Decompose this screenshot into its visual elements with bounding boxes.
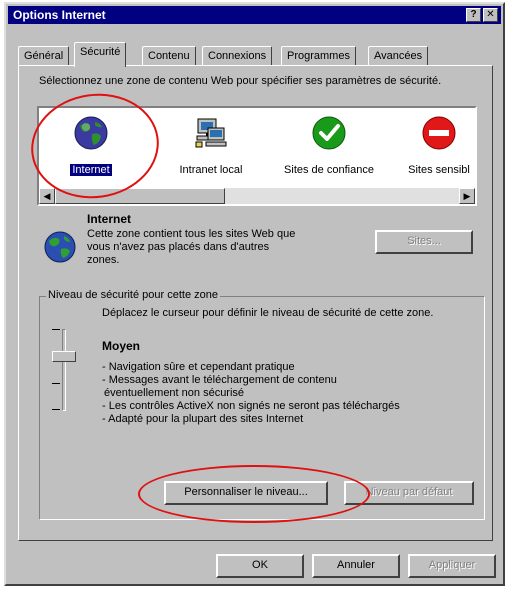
zone-trusted-sites[interactable]: Sites de confiance [269, 116, 389, 176]
custom-level-button[interactable]: Personnaliser le niveau... [164, 481, 328, 505]
security-slider-thumb[interactable] [52, 351, 76, 362]
zone-trusted-label: Sites de confiance [284, 164, 374, 176]
security-level-details: - Navigation sûre et cependant pratique … [102, 361, 482, 426]
level-detail-line: - Adapté pour la plupart des sites Inter… [102, 413, 304, 425]
zone-intranet-label: Intranet local [179, 164, 243, 176]
slider-instruction: Déplacez le curseur pour définir le nive… [102, 307, 434, 319]
slider-tick [52, 383, 60, 384]
scroll-left-arrow-icon[interactable]: ◀ [39, 188, 55, 204]
cancel-button[interactable]: Annuler [312, 554, 400, 578]
tab-general[interactable]: Général [18, 46, 70, 66]
zone-intranet-local[interactable]: Intranet local [161, 116, 261, 176]
zone-description: Cette zone contient tous les sites Web q… [87, 228, 296, 266]
apply-button[interactable]: Appliquer [408, 554, 496, 578]
level-detail-line: - Les contrôles ActiveX non signés ne se… [102, 400, 400, 412]
zone-instructions: Sélectionnez une zone de contenu Web pou… [39, 75, 442, 87]
zone-internet-label: Internet [69, 163, 113, 177]
zone-list[interactable]: Internet Intranet local Sites de confian… [37, 106, 477, 206]
trusted-sites-icon [312, 116, 346, 150]
tab-connexions[interactable]: Connexions [202, 46, 273, 66]
security-tab-panel: Sélectionnez une zone de contenu Web pou… [18, 65, 493, 541]
tab-programmes[interactable]: Programmes [281, 46, 356, 66]
level-detail-line: - Navigation sûre et cependant pratique [102, 361, 295, 373]
security-level-group: Niveau de sécurité pour cette zone Dépla… [39, 289, 485, 523]
internet-options-window: Options Internet ? ✕ Général Sécurité Co… [4, 2, 505, 586]
title-bar: Options Internet ? ✕ [8, 6, 501, 24]
local-intranet-icon [194, 116, 228, 150]
security-level-name: Moyen [102, 339, 141, 353]
globe-icon [43, 230, 77, 264]
zone-title: Internet [87, 212, 132, 226]
zone-list-scrollbar[interactable]: ◀ ▶ [39, 188, 475, 204]
zone-restricted-label: Sites sensibl [408, 164, 470, 176]
tab-securite[interactable]: Sécurité [74, 42, 127, 67]
tab-contenu[interactable]: Contenu [142, 46, 196, 66]
sites-button[interactable]: Sites... [375, 230, 473, 254]
tab-avancees[interactable]: Avancées [368, 46, 429, 66]
scroll-right-arrow-icon[interactable]: ▶ [459, 188, 475, 204]
slider-tick [52, 329, 60, 330]
globe-icon [74, 116, 108, 150]
restricted-sites-icon [422, 116, 456, 150]
zone-restricted-sites[interactable]: Sites sensibl [389, 116, 475, 176]
ok-button[interactable]: OK [216, 554, 304, 578]
level-detail-line: éventuellement non sécurisé [104, 387, 245, 399]
security-slider-track[interactable] [62, 329, 66, 411]
slider-tick [52, 409, 60, 410]
security-level-group-label: Niveau de sécurité pour cette zone [46, 289, 220, 301]
window-title: Options Internet [13, 8, 106, 22]
close-button[interactable]: ✕ [483, 8, 498, 22]
help-button[interactable]: ? [466, 8, 481, 22]
default-level-button[interactable]: Niveau par défaut [344, 481, 474, 505]
zone-internet[interactable]: Internet [41, 116, 141, 177]
scrollbar-thumb[interactable] [55, 188, 225, 204]
level-detail-line: - Messages avant le téléchargement de co… [102, 374, 337, 386]
